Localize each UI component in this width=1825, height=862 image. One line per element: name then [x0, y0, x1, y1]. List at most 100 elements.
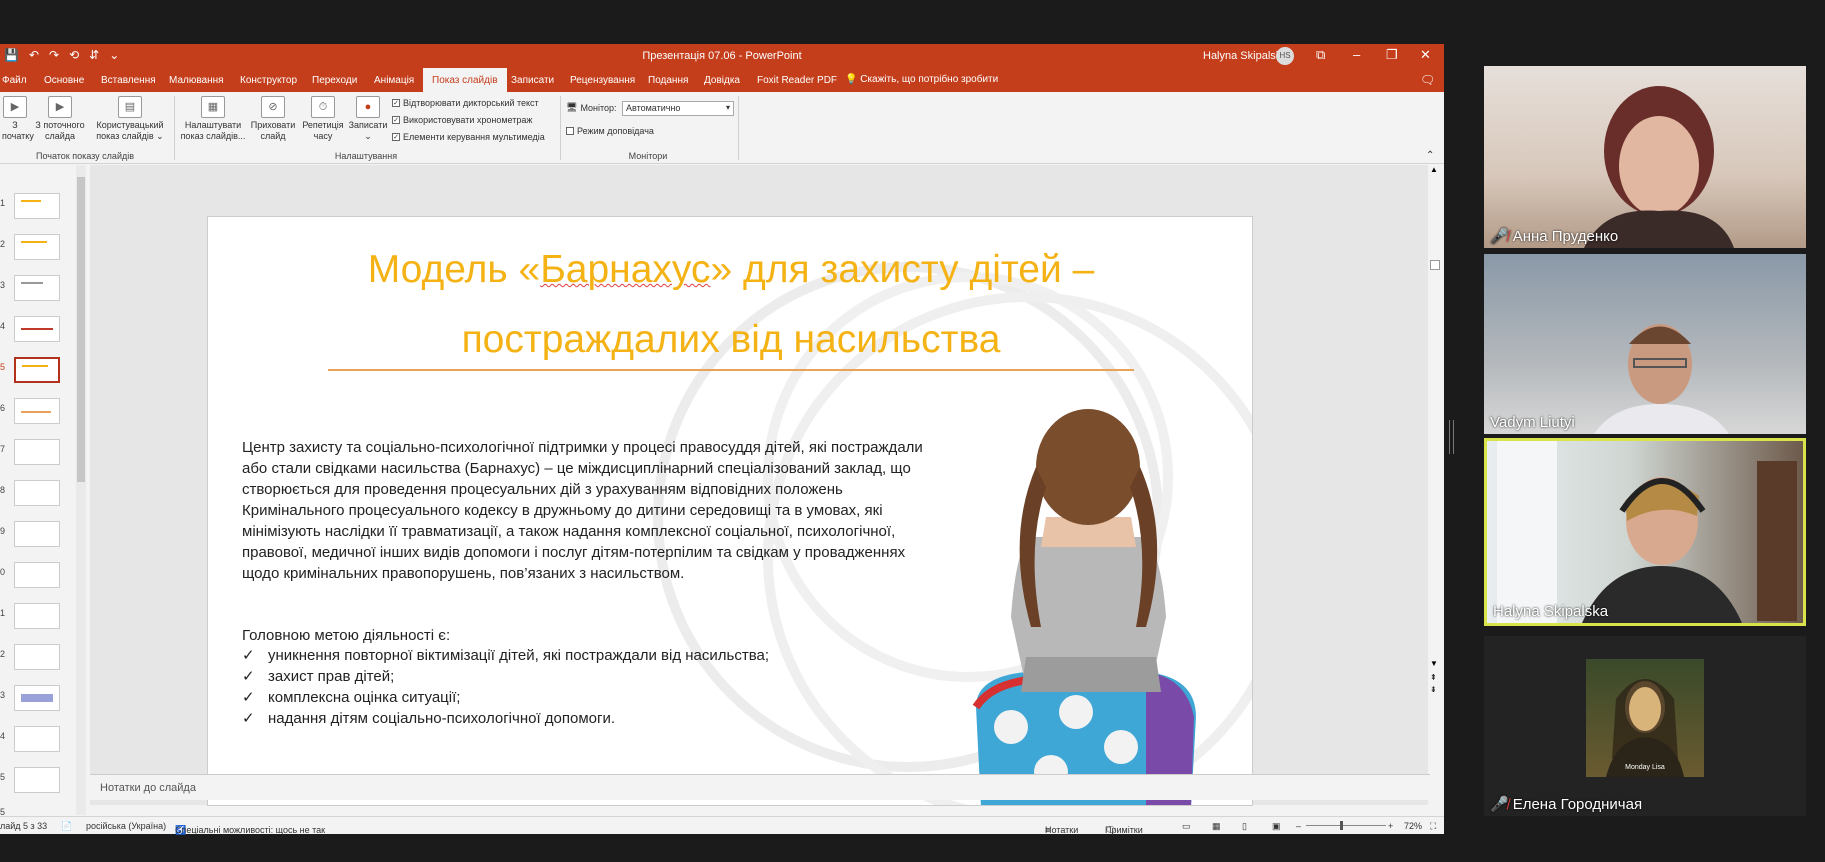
slideshow-start-icon: ▶: [3, 96, 27, 118]
title-line2: постраждалих від насильства: [461, 318, 1001, 361]
zoom-in-icon[interactable]: +: [1388, 821, 1393, 831]
record-button[interactable]: ● Записати ⌄: [348, 96, 388, 142]
checkbox-checked-icon: ✓: [392, 116, 400, 124]
slide-thumbnail[interactable]: [14, 480, 60, 506]
slide-thumbnail[interactable]: [14, 644, 60, 670]
tell-me-search[interactable]: 💡 Скажіть, що потрібно зробити: [845, 74, 998, 85]
bullet-text: надання дітям соціально-психологічної до…: [268, 710, 616, 727]
zoom-slider-thumb[interactable]: [1340, 821, 1343, 830]
reading-view-icon[interactable]: ▯: [1242, 821, 1247, 832]
minimize-button[interactable]: –: [1353, 47, 1360, 62]
monitor-label: Монітор:: [580, 102, 617, 113]
tab-review[interactable]: Рецензування: [570, 75, 635, 86]
presenter-view-checkbox[interactable]: Режим доповідача: [566, 126, 654, 136]
user-name[interactable]: Halyna Skipalska: [1203, 50, 1287, 62]
slide-canvas[interactable]: Модель «Барнахус» для захисту дітей – по…: [207, 216, 1253, 806]
slide-thumbnail[interactable]: [14, 726, 60, 752]
custom-show-button[interactable]: ▤ Користувацький показ слайдів ⌄: [92, 96, 168, 142]
from-current-slide-button[interactable]: ▶ З поточного слайда: [32, 96, 88, 142]
slide-thumbnail[interactable]: [14, 234, 60, 260]
tab-home[interactable]: Основне: [44, 75, 84, 86]
scroll-up-icon[interactable]: ▲: [1430, 165, 1438, 174]
tab-animations[interactable]: Анімація: [374, 75, 414, 86]
next-slide-icon[interactable]: ⇟: [1430, 685, 1437, 694]
participant-tile-active-speaker[interactable]: Halyna Skipalska: [1484, 438, 1806, 626]
slide-thumbnail[interactable]: [14, 193, 60, 219]
previous-slide-icon[interactable]: ⇞: [1430, 673, 1437, 682]
checkmark-icon: ✓: [242, 668, 255, 685]
slide-thumbnail[interactable]: [14, 767, 60, 793]
ribbon-separator: [174, 96, 175, 160]
tab-insert[interactable]: Вставлення: [101, 75, 156, 86]
slide-sorter-icon[interactable]: ▦: [1212, 821, 1221, 832]
participant-tile[interactable]: Monday Lisa 🎤̸ Елена Городничая: [1484, 636, 1806, 816]
comments-icon[interactable]: 🗨: [1420, 73, 1435, 87]
ribbon-tabs: Файл Основне Вставлення Малювання Констр…: [0, 68, 1444, 92]
rehearse-timings-button[interactable]: ⏱ Репетиція часу: [300, 96, 346, 142]
scrollbar-thumb[interactable]: [77, 177, 85, 482]
zoom-level[interactable]: 72%: [1404, 821, 1422, 831]
language-status[interactable]: російська (Україна): [86, 821, 166, 831]
tab-help[interactable]: Довідка: [704, 75, 740, 86]
media-controls-checkbox[interactable]: ✓ Елементи керування мультимедіа: [392, 132, 545, 142]
zoom-slider[interactable]: [1306, 825, 1386, 826]
ribbon-separator: [560, 96, 561, 160]
thumb-number: 3: [0, 690, 6, 700]
ribbon-display-icon[interactable]: ⧉: [1316, 47, 1325, 63]
notes-pane[interactable]: Нотатки до слайда: [90, 774, 1430, 800]
gallery-resize-handle[interactable]: [1449, 420, 1454, 454]
tab-design[interactable]: Конструктор: [240, 75, 297, 86]
tab-transitions[interactable]: Переходи: [312, 75, 357, 86]
narration-checkbox[interactable]: ✓ Відтворювати дикторський текст: [392, 98, 539, 108]
slide-thumbnail[interactable]: [14, 603, 60, 629]
slide-thumbnail-selected[interactable]: [14, 357, 60, 383]
spellcheck-icon[interactable]: 📄: [61, 821, 72, 832]
girl-photo: [972, 409, 1196, 805]
slide-thumbnail[interactable]: [14, 316, 60, 342]
slide-thumbnail[interactable]: [14, 439, 60, 465]
tab-slide-show[interactable]: Показ слайдів: [423, 68, 507, 92]
tab-record[interactable]: Записати: [511, 75, 554, 86]
tab-foxit[interactable]: Foxit Reader PDF: [757, 75, 837, 86]
collapse-ribbon-icon[interactable]: ⌃: [1426, 150, 1434, 161]
setup-show-icon: ▦: [201, 96, 225, 118]
slide-thumbnail[interactable]: [14, 685, 60, 711]
fit-to-window-icon[interactable]: ⛶: [1430, 821, 1436, 832]
slide-thumbnail[interactable]: [14, 275, 60, 301]
checkbox-checked-icon: ✓: [392, 99, 400, 107]
monitor-select[interactable]: Автоматично ▾: [622, 101, 734, 116]
group-start-label: Початок показу слайдів: [36, 151, 134, 161]
from-beginning-button[interactable]: ▶ З початку: [2, 96, 34, 142]
hide-slide-button[interactable]: ⊘ Приховати слайд: [250, 96, 296, 142]
thumb-number: 8: [0, 485, 6, 495]
tab-view[interactable]: Подання: [648, 75, 688, 86]
slideshow-view-icon[interactable]: ▣: [1272, 821, 1281, 832]
thumb-number: 5: [0, 362, 6, 372]
monitor-label-wrap: 🖥 Монітор:: [566, 102, 617, 113]
title-part1: Модель «: [367, 248, 541, 291]
scrollbar-thumb[interactable]: [1430, 260, 1440, 270]
custom-show-label: Користувацький показ слайдів ⌄: [96, 120, 164, 141]
participant-video: [1594, 324, 1729, 434]
avatar[interactable]: HS: [1276, 47, 1294, 65]
slide-thumbnail[interactable]: [14, 398, 60, 424]
slide-body-text: Центр захисту та соціально-психологічної…: [242, 439, 923, 582]
zoom-out-icon[interactable]: –: [1296, 821, 1301, 831]
participant-tile[interactable]: 🎤̸ Анна Пруденко: [1484, 66, 1806, 248]
restore-button[interactable]: ❐: [1386, 47, 1398, 63]
timings-checkbox[interactable]: ✓ Використовувати хронометраж: [392, 115, 532, 125]
setup-show-button[interactable]: ▦ Налаштувати показ слайдів...: [180, 96, 246, 142]
participant-tile[interactable]: Vadym Liutyi: [1484, 254, 1806, 434]
thumbnails-scrollbar[interactable]: [76, 165, 86, 815]
close-button[interactable]: ✕: [1420, 47, 1431, 63]
scroll-down-icon[interactable]: ▼: [1430, 659, 1438, 668]
tab-draw[interactable]: Малювання: [169, 75, 224, 86]
custom-show-icon: ▤: [118, 96, 142, 118]
slide-thumbnail[interactable]: [14, 562, 60, 588]
normal-view-icon[interactable]: ▭: [1182, 821, 1191, 832]
editor-scrollbar[interactable]: ▲ ▼ ⇞ ⇟: [1428, 165, 1442, 805]
thumb-number: 5: [0, 772, 6, 782]
tab-file[interactable]: Файл: [2, 75, 27, 86]
slide-thumbnail[interactable]: [14, 521, 60, 547]
record-icon: ●: [356, 96, 380, 118]
